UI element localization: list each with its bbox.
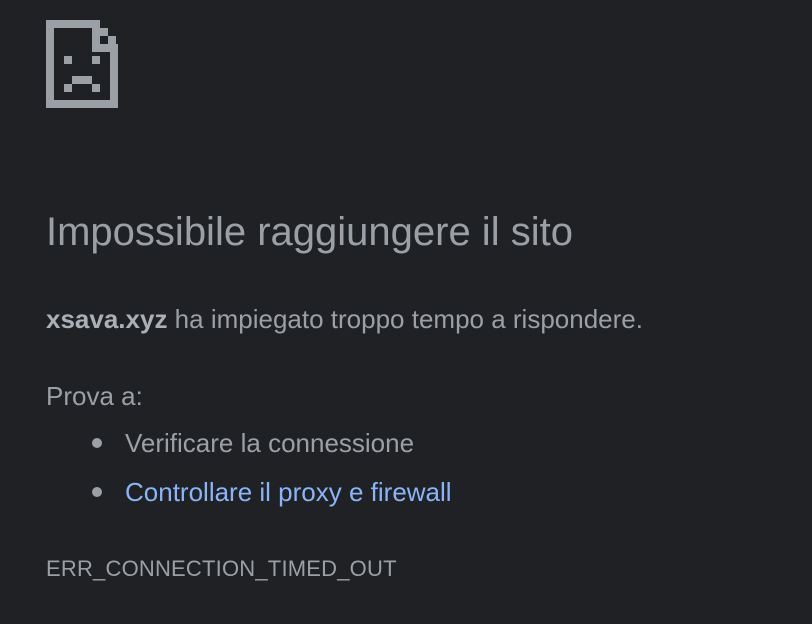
suggestion-check-connection: Verificare la connessione <box>46 425 452 474</box>
suggestion-check-proxy-firewall: Controllare il proxy e firewall <box>46 474 452 523</box>
suggestions-heading: Prova a: <box>46 381 143 411</box>
bullet-icon <box>92 438 102 448</box>
error-title: Impossibile raggiungere il sito <box>46 210 573 254</box>
suggestion-label: Verificare la connessione <box>125 428 415 458</box>
error-code: ERR_CONNECTION_TIMED_OUT <box>46 556 397 581</box>
proxy-firewall-link[interactable]: Controllare il proxy e firewall <box>125 477 452 507</box>
error-summary-text: ha impiegato troppo tempo a rispondere. <box>167 304 643 334</box>
sad-page-icon <box>46 20 118 108</box>
suggestions-list: Verificare la connessione Controllare il… <box>46 425 452 523</box>
error-host: xsava.xyz <box>46 304 168 334</box>
bullet-icon <box>92 487 102 497</box>
error-summary: xsava.xyz ha impiegato troppo tempo a ri… <box>46 301 643 337</box>
